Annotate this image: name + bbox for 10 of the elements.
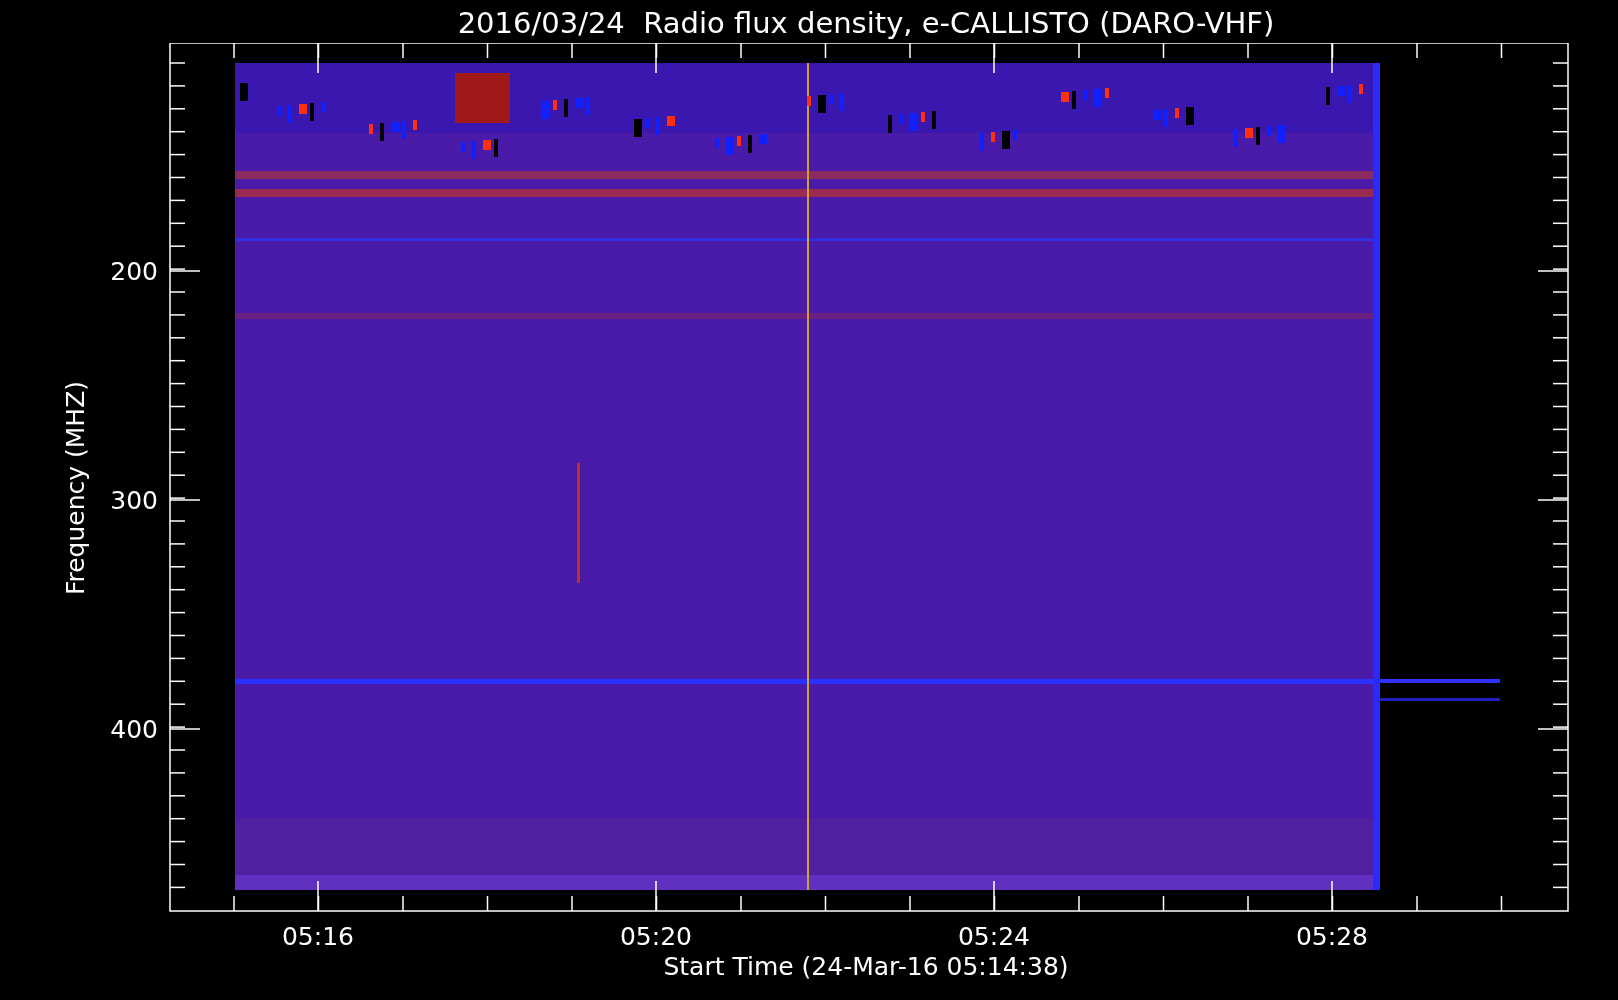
y-tick-label: 300 [110,486,158,515]
x-axis-label: Start Time (24-Mar-16 05:14:38) [663,952,1069,981]
x-tick-label: 05:28 [1296,922,1368,951]
y-axis-label: Frequency (MHZ) [61,380,90,596]
x-tick-label: 05:20 [620,922,692,951]
y-tick-label: 400 [110,715,158,744]
x-tick-label: 05:16 [282,922,354,951]
plot-title: 2016/03/24 Radio flux density, e-CALLISTO (DARO-VHF) [457,5,1275,42]
x-tick-label: 05:24 [958,922,1030,951]
y-tick-label: 200 [110,257,158,286]
